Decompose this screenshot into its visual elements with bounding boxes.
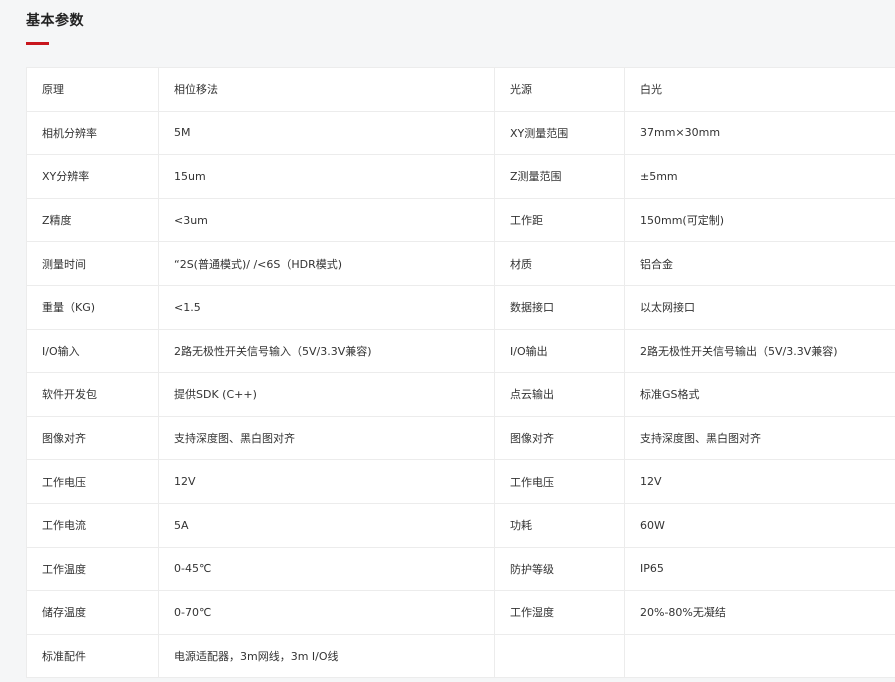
table-row: 标准配件 电源适配器，3m网线，3m I/O线: [26, 633, 895, 679]
table-row: XY分辨率 15um Z测量范围 ±5mm: [26, 154, 895, 199]
spec-label: 点云输出: [494, 372, 625, 417]
table-row: 工作温度 0-45℃ 防护等级 IP65: [26, 546, 895, 592]
spec-label: I/O输出: [494, 328, 625, 374]
spec-value: 37mm×30mm: [624, 110, 895, 156]
spec-value: IP65: [624, 546, 895, 592]
table-row: 原理 相位移法 光源 白光: [26, 67, 895, 112]
spec-label: 光源: [494, 67, 625, 112]
spec-label: 图像对齐: [26, 415, 159, 461]
spec-value: 2路无极性开关信号输出（5V/3.3V兼容): [624, 328, 895, 374]
spec-label: 原理: [26, 67, 159, 112]
spec-value: 5M: [158, 110, 495, 156]
spec-value: 12V: [624, 459, 895, 504]
spec-value: ±5mm: [624, 154, 895, 199]
spec-value: 提供SDK (C++): [158, 372, 495, 417]
spec-label: [494, 633, 625, 679]
table-row: 工作电流 5A 功耗 60W: [26, 502, 895, 548]
spec-table: 原理 相位移法 光源 白光 相机分辨率 5M XY测量范围 37mm×30mm XY分辨率 15u…: [26, 67, 895, 679]
spec-label: 工作湿度: [494, 590, 625, 635]
spec-label: 工作电压: [494, 459, 625, 504]
spec-label: 功耗: [494, 502, 625, 548]
spec-value: 支持深度图、黑白图对齐: [624, 415, 895, 461]
spec-table-body: 原理 相位移法 光源 白光 相机分辨率 5M XY测量范围 37mm×30mm XY分辨率 15u…: [26, 67, 895, 679]
table-row: 储存温度 0-70℃ 工作湿度 20%-80%无凝结: [26, 590, 895, 635]
spec-label: Z精度: [26, 197, 159, 243]
table-row: 重量（KG) <1.5 数据接口 以太网接口: [26, 284, 895, 330]
spec-value: 2路无极性开关信号输入（5V/3.3V兼容): [158, 328, 495, 374]
spec-value: 以太网接口: [624, 284, 895, 330]
spec-value: [624, 633, 895, 679]
spec-label: 工作电流: [26, 502, 159, 548]
spec-label: 重量（KG): [26, 284, 159, 330]
spec-label: 工作电压: [26, 459, 159, 504]
spec-value: 15um: [158, 154, 495, 199]
spec-value: 20%-80%无凝结: [624, 590, 895, 635]
spec-value: 支持深度图、黑白图对齐: [158, 415, 495, 461]
spec-value: 150mm(可定制): [624, 197, 895, 243]
spec-label: 储存温度: [26, 590, 159, 635]
table-row: 工作电压 12V 工作电压 12V: [26, 459, 895, 504]
spec-value: 12V: [158, 459, 495, 504]
title-underline: [26, 42, 49, 45]
spec-label: 防护等级: [494, 546, 625, 592]
spec-value: 5A: [158, 502, 495, 548]
spec-label: 材质: [494, 241, 625, 286]
spec-label: Z测量范围: [494, 154, 625, 199]
table-row: I/O输入 2路无极性开关信号输入（5V/3.3V兼容) I/O输出 2路无极性开关信…: [26, 328, 895, 374]
spec-label: 标准配件: [26, 633, 159, 679]
spec-label: I/O输入: [26, 328, 159, 374]
spec-label: 测量时间: [26, 241, 159, 286]
spec-value: <3um: [158, 197, 495, 243]
table-row: 图像对齐 支持深度图、黑白图对齐 图像对齐 支持深度图、黑白图对齐: [26, 415, 895, 461]
spec-value: 0-70℃: [158, 590, 495, 635]
spec-value: 0-45℃: [158, 546, 495, 592]
spec-value: 铝合金: [624, 241, 895, 286]
spec-value: <1.5: [158, 284, 495, 330]
section-title: 基本参数: [26, 13, 84, 29]
table-row: 相机分辨率 5M XY测量范围 37mm×30mm: [26, 110, 895, 156]
spec-value: “2S(普通模式)/ /<6S（HDR模式): [158, 241, 495, 286]
spec-value: 标准GS格式: [624, 372, 895, 417]
spec-value: 电源适配器，3m网线，3m I/O线: [158, 633, 495, 679]
spec-label: 相机分辨率: [26, 110, 159, 156]
spec-label: 数据接口: [494, 284, 625, 330]
spec-label: 工作距: [494, 197, 625, 243]
spec-label: 软件开发包: [26, 372, 159, 417]
table-row: 测量时间 “2S(普通模式)/ /<6S（HDR模式) 材质 铝合金: [26, 241, 895, 286]
table-row: Z精度 <3um 工作距 150mm(可定制): [26, 197, 895, 243]
spec-label: 工作温度: [26, 546, 159, 592]
table-row: 软件开发包 提供SDK (C++) 点云输出 标准GS格式: [26, 372, 895, 417]
spec-label: XY分辨率: [26, 154, 159, 199]
spec-value: 白光: [624, 67, 895, 112]
spec-value: 相位移法: [158, 67, 495, 112]
spec-label: XY测量范围: [494, 110, 625, 156]
spec-value: 60W: [624, 502, 895, 548]
spec-label: 图像对齐: [494, 415, 625, 461]
